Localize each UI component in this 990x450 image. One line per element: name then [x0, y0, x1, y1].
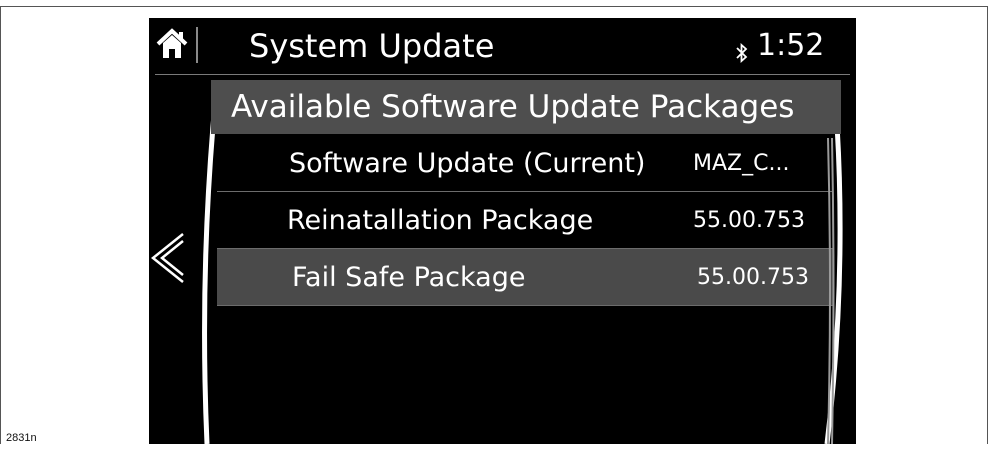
- scrollbar[interactable]: [825, 138, 835, 444]
- back-button[interactable]: [149, 230, 189, 286]
- list-item-value: 55.00.753: [697, 265, 809, 290]
- panel-header: Available Software Update Packages: [211, 80, 841, 134]
- list-item-software-update[interactable]: Software Update (Current) MAZ_C...: [217, 135, 833, 192]
- chevron-left-icon: [150, 233, 184, 283]
- list-item-value: 55.00.753: [693, 208, 805, 233]
- list-item-label: Software Update (Current): [289, 148, 646, 179]
- screen-title: System Update: [249, 27, 495, 65]
- header-divider: [155, 74, 850, 75]
- panel-title: Available Software Update Packages: [231, 89, 795, 125]
- home-icon: [156, 28, 188, 58]
- home-button[interactable]: [155, 27, 189, 61]
- list-item-label: Fail Safe Package: [292, 262, 526, 293]
- list-item-value: MAZ_C...: [693, 151, 790, 176]
- list-item-label: Reinatallation Package: [287, 205, 594, 236]
- package-list: Software Update (Current) MAZ_C... Reina…: [217, 135, 833, 306]
- bluetooth-icon: [736, 43, 748, 63]
- infotainment-screen: System Update 1:52 Available Software Up…: [149, 18, 856, 444]
- list-item-fail-safe-package[interactable]: Fail Safe Package 55.00.753: [217, 249, 833, 306]
- figure-id-label: 2831n: [6, 432, 37, 444]
- list-item-reinstallation-package[interactable]: Reinatallation Package 55.00.753: [217, 192, 833, 249]
- home-divider: [196, 27, 198, 63]
- clock-time: 1:52: [757, 28, 825, 63]
